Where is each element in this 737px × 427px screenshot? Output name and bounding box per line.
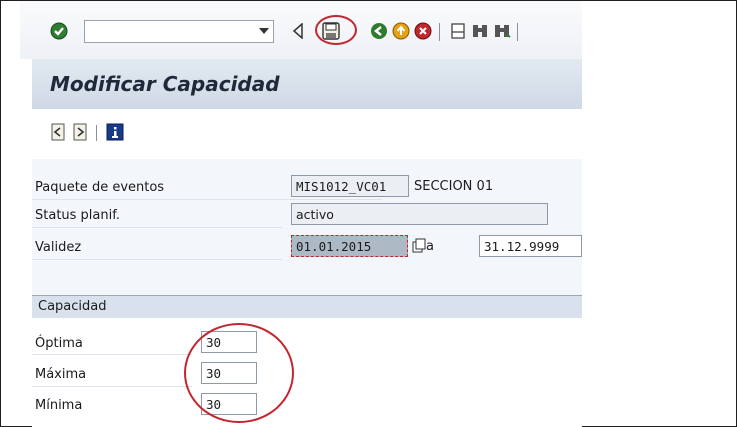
row-divider bbox=[32, 386, 192, 387]
calendar-icon[interactable] bbox=[412, 238, 426, 254]
standard-toolbar bbox=[20, 1, 582, 59]
validez-from-field[interactable]: 01.01.2015 bbox=[291, 235, 408, 257]
screenshot-frame: Modificar Capacidad Paquete de eventos M… bbox=[0, 0, 737, 427]
sap-window: Modificar Capacidad Paquete de eventos M… bbox=[20, 1, 582, 427]
info-icon[interactable] bbox=[106, 123, 126, 143]
checkmark-icon[interactable] bbox=[50, 22, 70, 42]
row-optima: Óptima 30 bbox=[32, 331, 582, 355]
capacidad-title: Capacidad bbox=[38, 299, 107, 314]
next-page-icon[interactable] bbox=[72, 123, 92, 143]
find-next-icon[interactable] bbox=[493, 22, 513, 42]
capacity-highlight-annotation bbox=[184, 323, 294, 423]
minima-label: Mínima bbox=[35, 398, 83, 413]
row-validez: Validez 01.01.2015 a 31.12.9999 bbox=[32, 235, 582, 259]
cancel-icon[interactable] bbox=[414, 22, 434, 42]
validez-separator: a bbox=[426, 239, 434, 254]
validez-label: Validez bbox=[35, 240, 82, 255]
row-maxima: Máxima 30 bbox=[32, 362, 582, 386]
row-divider bbox=[32, 227, 282, 228]
paquete-text: SECCION 01 bbox=[414, 179, 494, 194]
paquete-field[interactable]: MIS1012_VC01 bbox=[291, 175, 409, 197]
save-highlight-annotation bbox=[315, 15, 357, 45]
previous-page-icon[interactable] bbox=[50, 123, 70, 143]
capacidad-group-header: Capacidad bbox=[32, 296, 582, 318]
toolbar-separator bbox=[439, 23, 440, 41]
print-icon[interactable] bbox=[449, 22, 469, 42]
back-icon[interactable] bbox=[370, 22, 390, 42]
row-divider bbox=[32, 259, 282, 260]
status-label: Status planif. bbox=[35, 208, 121, 223]
toolbar-separator bbox=[96, 125, 97, 141]
maxima-label: Máxima bbox=[35, 367, 87, 382]
row-status: Status planif. activo bbox=[32, 203, 582, 227]
row-divider bbox=[32, 199, 382, 200]
row-paquete: Paquete de eventos MIS1012_VC01 SECCION … bbox=[32, 175, 582, 199]
row-minima: Mínima 30 bbox=[32, 393, 582, 417]
page-title: Modificar Capacidad bbox=[50, 72, 280, 96]
optima-label: Óptima bbox=[35, 336, 83, 351]
paquete-label: Paquete de eventos bbox=[35, 180, 165, 195]
collapse-left-icon[interactable] bbox=[292, 22, 312, 43]
find-icon[interactable] bbox=[471, 22, 491, 42]
dropdown-arrow-icon[interactable] bbox=[259, 28, 269, 34]
application-toolbar bbox=[32, 109, 582, 159]
title-bar: Modificar Capacidad bbox=[32, 59, 582, 109]
command-field[interactable] bbox=[84, 20, 274, 43]
validez-to-field[interactable]: 31.12.9999 bbox=[479, 235, 582, 257]
status-field[interactable]: activo bbox=[291, 203, 548, 225]
toolbar-separator bbox=[517, 23, 518, 41]
exit-icon[interactable] bbox=[392, 22, 412, 42]
